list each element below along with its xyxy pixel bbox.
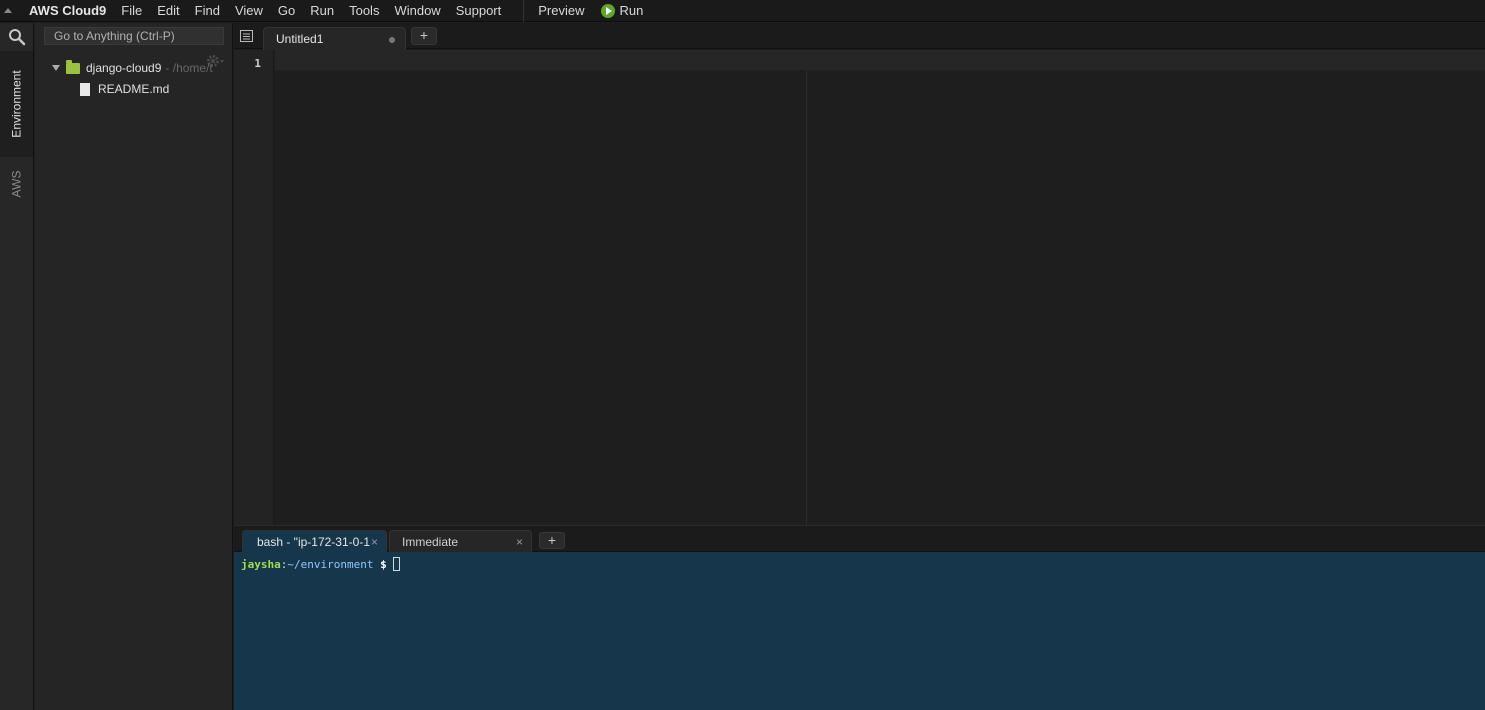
folder-icon: [66, 59, 80, 74]
prompt-user: jaysha: [241, 557, 281, 571]
menu-file[interactable]: File: [121, 3, 142, 18]
chevron-up-icon: [4, 8, 12, 13]
tab-label: bash - "ip-172-31-0-1: [257, 535, 370, 549]
search-icon[interactable]: [8, 28, 26, 46]
tab-environment-label: Environment: [9, 70, 24, 138]
tab-bash-terminal[interactable]: bash - "ip-172-31-0-1 ×: [242, 530, 387, 553]
terminal-output[interactable]: jaysha: ~/environment $: [234, 552, 1485, 710]
line-gutter: 1: [234, 50, 274, 525]
menu-bar: AWS Cloud9 File Edit Find View Go Run To…: [0, 0, 1485, 22]
tab-environment[interactable]: Environment: [0, 51, 33, 157]
close-icon[interactable]: ×: [371, 531, 378, 553]
caret-down-icon[interactable]: [52, 65, 60, 71]
tab-menu-icon[interactable]: [240, 30, 253, 42]
line-number: 1: [254, 57, 261, 70]
menu-support[interactable]: Support: [456, 3, 502, 18]
terminal-tab-bar: bash - "ip-172-31-0-1 × Immediate × +: [234, 525, 1485, 553]
file-name: README.md: [98, 82, 170, 96]
file-icon: [80, 82, 90, 96]
root-folder-path: - /home/t: [165, 61, 213, 75]
play-icon: [600, 3, 615, 18]
tab-label: Immediate: [402, 535, 459, 549]
active-line-highlight: [275, 50, 1485, 70]
prompt-dollar: $: [373, 557, 387, 571]
menu-window[interactable]: Window: [394, 3, 440, 18]
menu-tools[interactable]: Tools: [349, 3, 379, 18]
editor-pane: Untitled1 + 1: [234, 23, 1485, 525]
terminal-pane: bash - "ip-172-31-0-1 × Immediate × + ja…: [234, 525, 1485, 710]
file-tree-panel: Go to Anything (Ctrl-P) django-cloud9 - …: [35, 23, 233, 710]
tab-untitled1[interactable]: Untitled1: [263, 27, 406, 50]
run-button[interactable]: Run: [600, 3, 644, 18]
print-margin: [806, 70, 807, 525]
menu-find[interactable]: Find: [195, 3, 220, 18]
menu-edit[interactable]: Edit: [157, 3, 179, 18]
collapse-menu-button[interactable]: [0, 0, 16, 22]
menu-go[interactable]: Go: [278, 3, 295, 18]
tree-root-folder[interactable]: django-cloud9 - /home/t: [52, 59, 213, 75]
tab-immediate[interactable]: Immediate ×: [389, 530, 532, 553]
add-terminal-tab-button[interactable]: +: [539, 532, 565, 549]
side-panel-strip: Environment AWS: [0, 23, 34, 710]
add-tab-button[interactable]: +: [411, 27, 437, 45]
app-brand-menu[interactable]: AWS Cloud9: [29, 3, 106, 18]
shell-prompt: jaysha: ~/environment $: [241, 557, 400, 571]
editor-tab-bar: Untitled1 +: [234, 23, 1485, 50]
tree-file-item[interactable]: README.md: [80, 82, 169, 96]
preview-button[interactable]: Preview: [538, 3, 584, 18]
prompt-colon: :: [280, 557, 288, 571]
close-icon[interactable]: ×: [516, 531, 523, 553]
menu-run[interactable]: Run: [310, 3, 334, 18]
terminal-cursor: [392, 557, 400, 571]
menu-view[interactable]: View: [235, 3, 263, 18]
tab-aws[interactable]: AWS: [0, 157, 33, 211]
prompt-path: ~/environment: [287, 557, 374, 571]
go-to-anything-input[interactable]: Go to Anything (Ctrl-P): [44, 27, 224, 45]
root-folder-name: django-cloud9: [86, 61, 162, 75]
tab-label: Untitled1: [276, 32, 324, 46]
tab-aws-label: AWS: [9, 170, 24, 198]
run-button-label: Run: [619, 3, 644, 18]
menu-divider: [523, 0, 525, 22]
unsaved-dot-icon[interactable]: [389, 37, 395, 43]
